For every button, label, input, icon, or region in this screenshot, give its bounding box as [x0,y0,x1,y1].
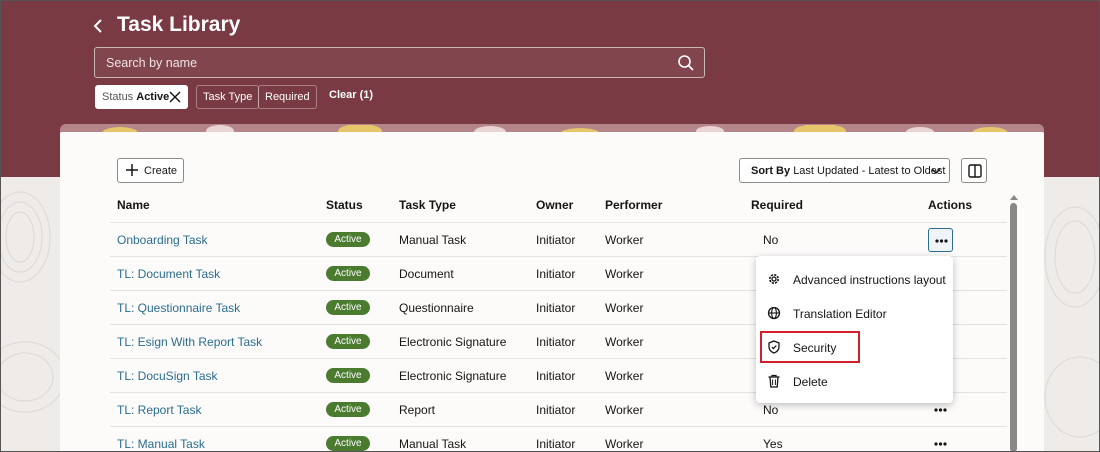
task-name-link[interactable]: TL: Document Task [117,267,220,281]
chevron-left-icon [93,19,102,33]
actions-menu: Advanced instructions layout Translation… [756,256,953,403]
owner-cell: Initiator [536,437,576,451]
menu-item-security[interactable]: Security [756,330,953,364]
performer-cell: Worker [605,233,644,247]
create-button-label: Create [144,165,178,177]
required-cell: No [763,403,779,417]
more-options-icon [935,239,948,243]
required-cell: Yes [763,437,783,451]
owner-cell: Initiator [536,233,576,247]
menu-item-advanced-instructions-layout[interactable]: Advanced instructions layout [756,262,953,296]
status-filter-value: Active [136,91,170,103]
task-type-cell: Electronic Signature [399,369,507,383]
status-filter-chip[interactable]: Status Active [95,85,188,109]
task-type-cell: Document [399,267,454,281]
split-panel-icon [968,164,982,178]
task-name-link[interactable]: TL: Questionnaire Task [117,301,240,315]
menu-item-label: Translation Editor [793,307,887,321]
more-options-icon [934,408,947,412]
layout-toggle-button[interactable] [961,158,987,183]
task-name-link[interactable]: TL: Report Task [117,403,201,417]
globe-icon [767,306,781,320]
status-filter-key: Status [102,91,134,103]
owner-cell: Initiator [536,301,576,315]
search-field[interactable] [94,47,705,78]
task-name-link[interactable]: Onboarding Task [117,233,208,247]
sort-by-prefix: Sort By [751,165,791,177]
menu-item-label: Advanced instructions layout [793,273,946,287]
task-type-filter-chip[interactable]: Task Type [196,85,260,109]
status-badge: Active [326,436,370,451]
performer-cell: Worker [605,267,644,281]
menu-item-label: Delete [793,375,828,389]
status-badge: Active [326,334,370,349]
column-header-owner[interactable]: Owner [536,198,573,212]
task-type-cell: Electronic Signature [399,335,507,349]
clear-filters-link[interactable]: Clear (1) [329,89,373,101]
row-actions-button[interactable] [928,432,953,452]
sort-by-value: Last Updated - Latest to Oldest [793,165,946,177]
menu-item-delete[interactable]: Delete [756,364,953,398]
status-badge: Active [326,300,370,315]
row-divider [110,222,1007,223]
required-cell: No [763,233,779,247]
row-actions-button[interactable] [928,228,953,252]
trash-icon [768,374,780,388]
task-name-link[interactable]: TL: DocuSign Task [117,369,218,383]
sort-by-text: Sort By Last Updated - Latest to Oldest [751,165,945,177]
performer-cell: Worker [605,369,644,383]
task-name-link[interactable]: TL: Manual Task [117,437,205,451]
status-badge: Active [326,232,370,247]
column-header-actions: Actions [928,198,973,212]
status-badge: Active [326,266,370,281]
owner-cell: Initiator [536,403,576,417]
column-header-name[interactable]: Name [117,198,150,212]
column-header-performer[interactable]: Performer [605,198,662,212]
required-filter-chip[interactable]: Required [258,85,317,109]
vertical-scrollbar-thumb[interactable] [1010,203,1017,452]
close-icon[interactable] [168,90,182,104]
gear-icon [769,274,779,284]
performer-cell: Worker [605,301,644,315]
status-badge: Active [326,368,370,383]
task-type-cell: Manual Task [399,437,467,451]
menu-item-label: Security [793,341,837,355]
row-divider [110,426,1007,427]
plus-icon [126,164,138,176]
back-button[interactable] [92,16,106,36]
column-header-status[interactable]: Status [326,198,363,212]
search-icon[interactable] [677,54,695,72]
caret-up-icon [1010,195,1018,200]
column-header-required[interactable]: Required [751,198,803,212]
create-button[interactable]: Create [117,158,184,183]
shield-icon [768,340,780,354]
status-badge: Active [326,402,370,417]
task-type-cell: Report [399,403,436,417]
task-type-cell: Manual Task [399,233,467,247]
owner-cell: Initiator [536,369,576,383]
task-name-link[interactable]: TL: Esign With Report Task [117,335,262,349]
owner-cell: Initiator [536,335,576,349]
owner-cell: Initiator [536,267,576,281]
more-options-icon [934,442,947,446]
task-type-cell: Questionnaire [399,301,474,315]
scroll-up-arrow[interactable] [1009,188,1019,200]
performer-cell: Worker [605,335,644,349]
sort-by-select[interactable]: Sort By Last Updated - Latest to Oldest [739,158,950,183]
search-input[interactable] [95,48,665,77]
performer-cell: Worker [605,403,644,417]
page-title: Task Library [117,13,241,36]
performer-cell: Worker [605,437,644,451]
chevron-down-icon [931,168,941,175]
column-header-task-type[interactable]: Task Type [399,198,456,212]
menu-item-translation-editor[interactable]: Translation Editor [756,296,953,330]
